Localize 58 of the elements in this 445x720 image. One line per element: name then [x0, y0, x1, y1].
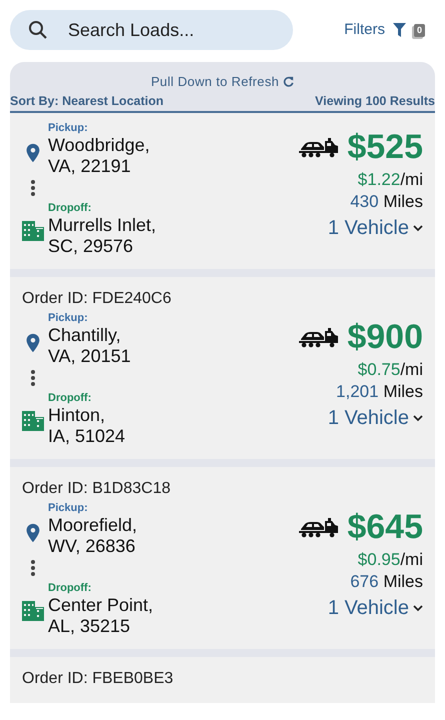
sort-label[interactable]: Sort By: Nearest Location	[10, 92, 164, 110]
dropoff-label: Dropoff:	[48, 581, 92, 596]
price: $645	[347, 507, 423, 548]
dropoff-label: Dropoff:	[48, 391, 92, 406]
search-icon	[28, 20, 48, 40]
building-icon	[22, 221, 44, 242]
more-icon	[30, 559, 36, 578]
chevron-down-icon	[413, 224, 423, 232]
vehicles-dropdown[interactable]: 1 Vehicle	[328, 405, 423, 432]
building-icon	[22, 411, 44, 432]
order-id: Order ID: B1D83C18	[22, 479, 172, 500]
dropoff-address-line: AL, 35215	[48, 616, 132, 638]
pickup-label: Pickup:	[48, 121, 89, 136]
dropoff-address-line: Hinton,	[48, 405, 106, 426]
dropoff-label: Dropoff:	[48, 201, 92, 216]
chevron-down-icon	[413, 604, 423, 612]
load-card[interactable]: Order ID: FBEB0BE3	[10, 657, 435, 704]
rate-per-mile: $0.75/mi	[358, 359, 423, 382]
tow-truck-icon	[299, 136, 340, 158]
dropoff-address-line: Murrells Inlet,	[48, 215, 156, 236]
price: $525	[347, 127, 423, 168]
more-icon	[30, 369, 36, 388]
rate-per-mile: $0.95/mi	[358, 549, 423, 572]
pickup-address-line: Chantilly,	[48, 325, 122, 346]
load-card[interactable]: Order ID: B1D83C18 Pickup: Moorefield, WV, 26836 Dropoff: Center Point, AL, 35215 $645 $0.95/mi 676 Miles 1 Vehicle	[10, 467, 435, 650]
refresh-hint: Pull Down to Refresh	[150, 73, 280, 91]
pickup-address-line: Woodbridge,	[48, 135, 150, 156]
filter-icon[interactable]	[392, 23, 406, 37]
tow-truck-icon	[299, 326, 340, 348]
building-icon	[22, 601, 44, 622]
tow-truck-icon	[299, 516, 340, 538]
distance: 430 Miles	[350, 191, 423, 214]
rate-per-mile: $1.22/mi	[358, 169, 423, 192]
pickup-address-line: VA, 20151	[48, 346, 131, 368]
pickup-label: Pickup:	[48, 501, 89, 516]
pickup-address-line: Moorefield,	[48, 515, 138, 536]
refresh-icon	[283, 76, 294, 88]
pickup-label: Pickup:	[48, 311, 89, 326]
filter-count-badge: 0	[414, 24, 425, 36]
dropoff-address-line: Center Point,	[48, 595, 154, 616]
load-card[interactable]: Order ID: FDE240C6 Pickup: Chantilly, VA, 20151 Dropoff: Hinton, IA, 51024 $900 $0.75/mi 1,201 Miles 1 Vehicle	[10, 277, 435, 460]
more-icon	[30, 179, 36, 198]
search-field[interactable]: Search Loads...	[10, 10, 293, 50]
order-id: Order ID: FDE240C6	[22, 289, 172, 310]
price: $900	[347, 317, 423, 358]
pickup-address-line: VA, 22191	[48, 156, 132, 178]
chevron-down-icon	[413, 414, 423, 422]
distance: 1,201 Miles	[336, 381, 423, 404]
dropoff-address-line: SC, 29576	[48, 236, 134, 258]
results-count: Viewing 100 Results	[315, 92, 435, 110]
filters-button[interactable]: Filters	[344, 18, 385, 42]
vehicles-dropdown[interactable]: 1 Vehicle	[328, 215, 423, 242]
load-card[interactable]: Pickup: Woodbridge, VA, 22191 Dropoff: Murrells Inlet, SC, 29576 $525 $1.22/mi 430 Miles 1 Vehicle	[10, 113, 435, 270]
dropoff-address-line: IA, 51024	[48, 426, 126, 448]
order-id: Order ID: FBEB0BE3	[22, 669, 174, 690]
vehicles-dropdown[interactable]: 1 Vehicle	[328, 595, 423, 622]
distance: 676 Miles	[350, 571, 423, 594]
pickup-address-line: WV, 26836	[48, 536, 136, 558]
